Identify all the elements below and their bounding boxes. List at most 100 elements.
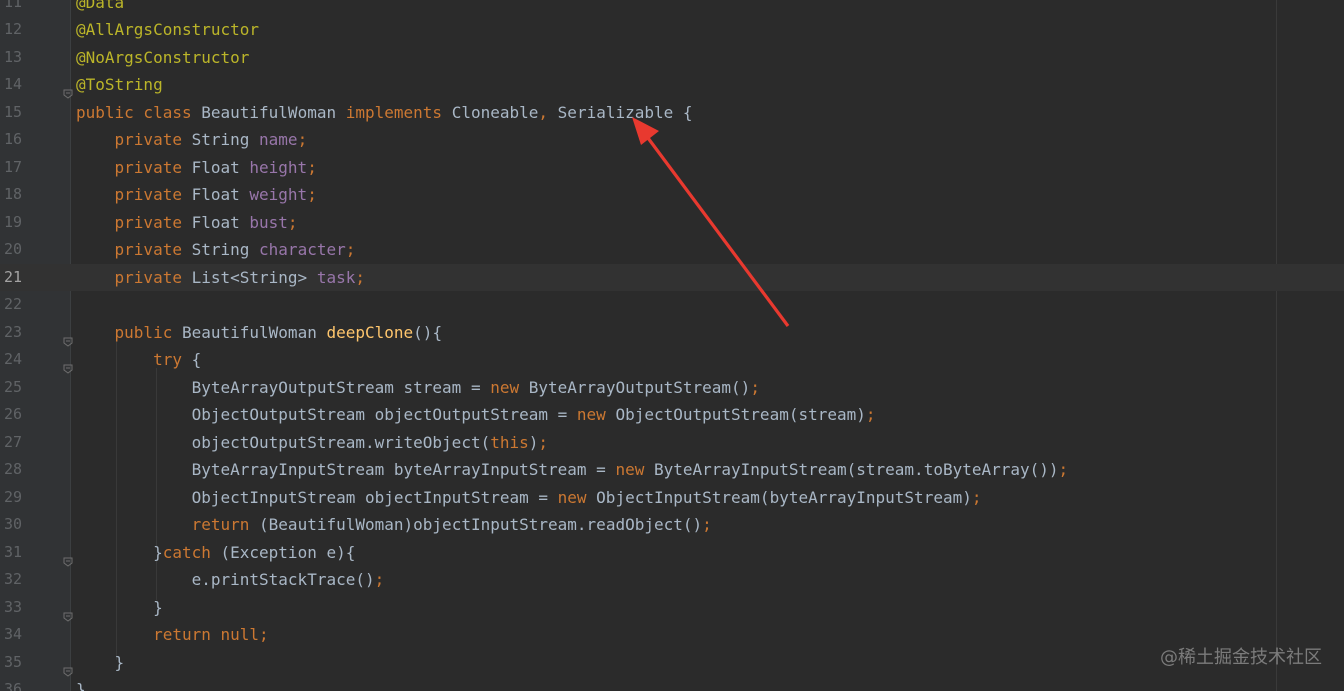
line-number: 15 (3, 102, 22, 121)
code-token: deepClone (326, 322, 414, 342)
code-line[interactable]: 21 private List<String> task; (0, 263, 1344, 292)
code-line[interactable]: 31 }catch (Exception e){ (0, 539, 1344, 567)
fold-marker-icon[interactable] (63, 328, 73, 347)
fold-marker-icon[interactable] (63, 658, 73, 677)
code-line[interactable]: 19 private Float bust; (0, 209, 1344, 237)
code-token: ByteArrayOutputStream stream = (76, 377, 491, 397)
code-text: objectOutputStream.writeObject(this); (76, 429, 548, 457)
code-token: ; (345, 240, 356, 259)
line-number: 22 (3, 295, 22, 313)
code-text: } (76, 594, 163, 622)
code-line[interactable]: 28 ByteArrayInputStream byteArrayInputSt… (0, 456, 1344, 484)
code-token: implements (345, 102, 452, 122)
fold-marker-icon[interactable] (63, 603, 73, 622)
code-token: ByteArrayOutputStream() (528, 377, 751, 397)
code-line[interactable]: 20 private String character; (0, 236, 1344, 264)
code-line[interactable]: 33 } (0, 594, 1344, 622)
code-text: ByteArrayInputStream byteArrayInputStrea… (76, 456, 1069, 484)
code-text: return null; (76, 621, 269, 649)
code-line[interactable]: 32 e.printStackTrace(); (0, 566, 1344, 594)
code-token: List<String> (191, 267, 317, 287)
code-text: @Data (76, 0, 124, 16)
code-text: @AllArgsConstructor (76, 16, 259, 44)
code-token: private (76, 185, 192, 204)
line-number: 28 (3, 460, 22, 478)
line-number: 19 (3, 212, 22, 231)
code-text: private String name; (76, 126, 308, 154)
code-line[interactable]: 16 private String name; (0, 126, 1344, 154)
code-token: String (191, 240, 260, 259)
code-token: { (191, 350, 202, 369)
code-token: Cloneable (451, 102, 539, 122)
code-text: private Float bust; (76, 209, 298, 237)
code-text: try { (76, 346, 201, 374)
code-token: private (76, 240, 192, 259)
line-number: 18 (3, 185, 22, 203)
code-token: @ToString (76, 75, 163, 94)
code-token: ; (865, 405, 876, 424)
code-line[interactable]: 14 @ToString (0, 71, 1344, 99)
code-editor[interactable]: 11 @Data 12 @AllArgsConstructor 13 @NoArgsCon… (0, 0, 1344, 691)
code-line[interactable]: 23 public BeautifulWoman deepClone(){ (0, 319, 1344, 347)
code-token: private (76, 130, 192, 149)
code-line[interactable]: 30 return (BeautifulWoman)objectInputStr… (0, 511, 1344, 539)
code-token: try (76, 350, 192, 369)
code-token: Float (191, 185, 250, 204)
code-token: weight (249, 185, 308, 204)
code-token: ; (287, 212, 298, 232)
code-line[interactable]: 26 ObjectOutputStream objectOutputStream… (0, 401, 1344, 429)
code-token: new (557, 487, 597, 507)
code-line[interactable]: 15 public class BeautifulWoman implements… (0, 99, 1344, 127)
line-number: 27 (3, 432, 22, 451)
code-line[interactable]: 12 @AllArgsConstructor (0, 16, 1344, 44)
code-line[interactable]: 17 private Float height; (0, 154, 1344, 182)
code-token: (BeautifulWoman)objectInputStream.readOb… (259, 515, 703, 534)
code-token: ObjectInputStream objectInputStream = (76, 487, 558, 507)
code-text: private List<String> task; (76, 264, 365, 292)
code-line[interactable]: 34 return null; (0, 621, 1344, 649)
code-line[interactable]: 27 objectOutputStream.writeObject(this); (0, 429, 1344, 457)
code-token: BeautifulWoman (181, 322, 327, 342)
line-number: 34 (3, 625, 22, 643)
line-number: 25 (3, 377, 22, 396)
code-line[interactable]: 35 } (0, 649, 1344, 677)
code-token: ; (307, 185, 317, 204)
code-token: ; (1058, 460, 1069, 479)
code-token: public class (76, 102, 202, 122)
code-text: return (BeautifulWoman)objectInputStream… (76, 511, 712, 539)
code-token: @NoArgsConstructor (76, 47, 250, 67)
code-line[interactable]: 25 ByteArrayOutputStream stream = new By… (0, 374, 1344, 402)
code-token: (){ (413, 322, 443, 342)
code-token: ; (702, 515, 712, 534)
code-line[interactable]: 18 private Float weight; (0, 181, 1344, 209)
code-token: private (76, 157, 192, 177)
code-text: @ToString (76, 71, 163, 99)
code-token: name (259, 130, 298, 149)
line-number: 14 (3, 75, 22, 93)
code-token: new (490, 377, 529, 397)
fold-marker-icon[interactable] (63, 548, 73, 567)
code-text: private Float height; (76, 154, 317, 182)
code-line[interactable]: 11 @Data (0, 0, 1344, 16)
code-token: ) (528, 432, 539, 452)
code-line[interactable]: 24 try { (0, 346, 1344, 374)
code-line[interactable]: 36} (0, 676, 1344, 691)
code-token: return null (76, 625, 260, 644)
line-number: 21 (3, 267, 22, 286)
code-line[interactable]: 22 (0, 291, 1344, 319)
code-token: BeautifulWoman (201, 102, 346, 122)
code-token: this (490, 432, 529, 452)
code-text: private String character; (76, 236, 356, 264)
code-token: } (76, 542, 163, 562)
code-token: ; (259, 625, 269, 644)
fold-marker-icon[interactable] (63, 355, 73, 374)
code-token: ; (297, 130, 308, 149)
code-token: Serializable { (557, 102, 693, 122)
watermark: @稀土掘金技术社区 (1160, 647, 1322, 668)
fold-marker-icon[interactable] (63, 80, 73, 99)
code-text: ObjectOutputStream objectOutputStream = … (76, 401, 876, 429)
code-token: return (76, 515, 260, 534)
line-number: 23 (3, 322, 22, 341)
code-line[interactable]: 13 @NoArgsConstructor (0, 44, 1344, 72)
code-line[interactable]: 29 ObjectInputStream objectInputStream =… (0, 484, 1344, 512)
